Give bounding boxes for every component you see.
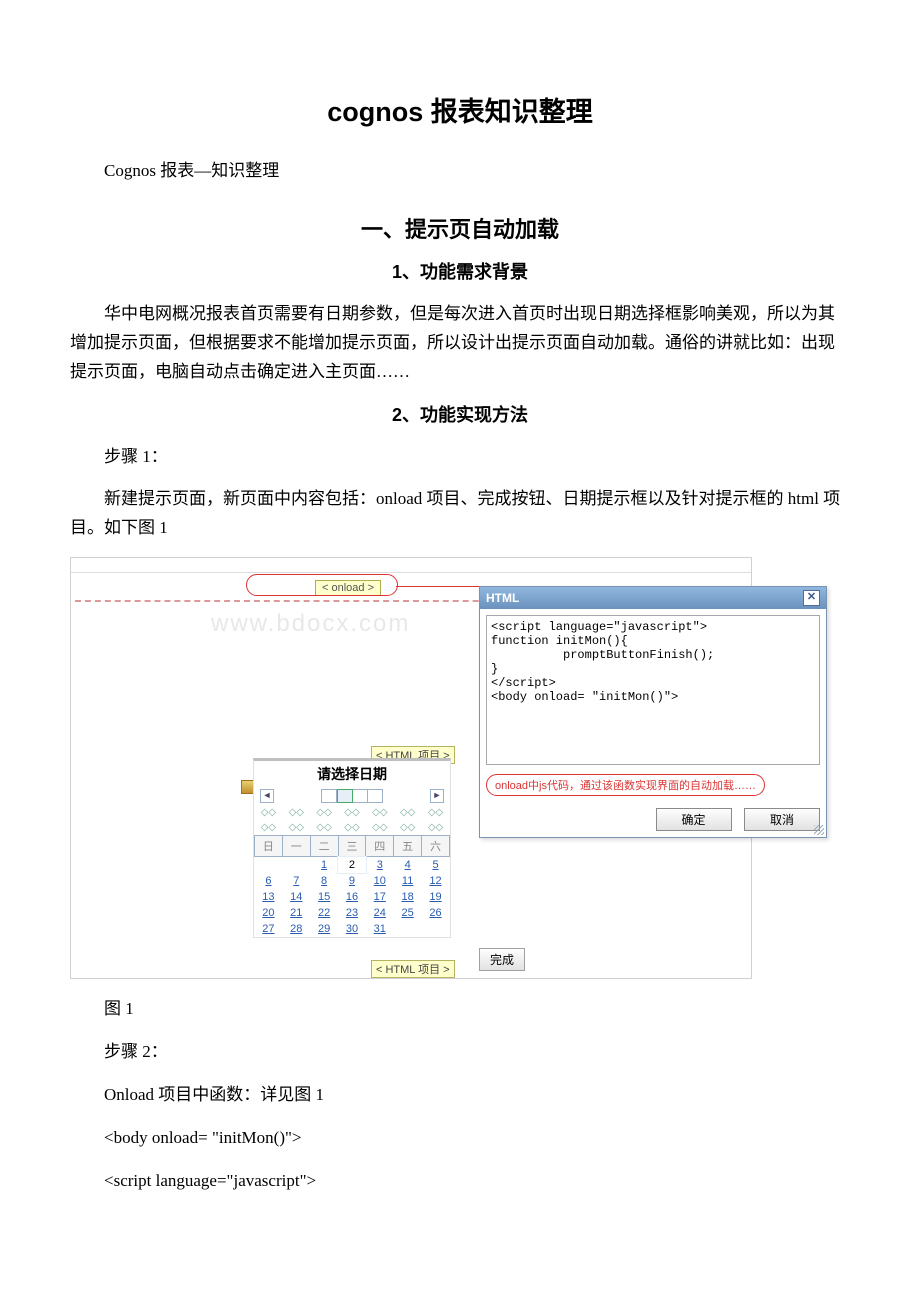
day-cell[interactable]: 9 [338,873,366,889]
day-cell[interactable]: 14 [282,889,310,905]
document-page: cognos 报表知识整理 Cognos 报表—知识整理 一、提示页自动加载 1… [0,0,920,1250]
ruler [71,572,751,573]
dow: 一 [282,836,310,857]
day-cell[interactable]: 5 [422,857,450,874]
close-icon[interactable]: ✕ [803,590,820,606]
dialog-titlebar: HTML ✕ [480,587,826,609]
annotation-circle [246,574,398,596]
html-item-bottom[interactable]: < HTML 项目 > [371,960,455,978]
day-cell[interactable]: 1 [310,857,338,874]
watermark: www.bdocx.com [211,610,410,638]
subsection-1-title: 1、功能需求背景 [70,258,850,284]
day-cell[interactable]: 24 [366,905,394,921]
section-heading-1: 一、提示页自动加载 [70,212,850,244]
doc-subtitle: Cognos 报表—知识整理 [70,157,850,186]
figure-caption: 图 1 [70,995,850,1024]
day-cell[interactable]: 6 [255,873,283,889]
cal-month-selector[interactable] [321,789,383,803]
dow: 五 [394,836,422,857]
day-cell[interactable]: 13 [255,889,283,905]
day-cell[interactable]: 28 [282,921,310,937]
day-cell[interactable]: 18 [394,889,422,905]
day-cell[interactable]: 19 [422,889,450,905]
cancel-button[interactable]: 取消 [744,808,820,831]
day-cell[interactable]: 10 [366,873,394,889]
day-cell[interactable]: 3 [366,857,394,874]
dialog-title-text: HTML [486,591,519,605]
dow: 日 [255,836,283,857]
cal-prev-button[interactable]: ◄ [260,789,274,803]
step-1-label: 步骤 1： [70,443,850,472]
day-cell[interactable]: 8 [310,873,338,889]
step-2-line1: Onload 项目中函数：详见图 1 [70,1081,850,1110]
day-cell[interactable]: 20 [255,905,283,921]
date-prompt-title: 请选择日期 [254,761,450,787]
dow: 二 [310,836,338,857]
day-cell[interactable]: 26 [422,905,450,921]
html-editor-dialog: HTML ✕ onload中js代码，通过该函数实现界面的自动加载…… 确定 取… [479,586,827,838]
calendar-nav: ◄ ► [254,787,450,805]
day-cell[interactable]: 4 [394,857,422,874]
day-cell[interactable]: 12 [422,873,450,889]
resize-handle-icon[interactable] [814,825,824,835]
doc-title: cognos 报表知识整理 [70,90,850,129]
figure-1: www.bdocx.com < onload > < HTML 项目 > 请选择… [70,557,752,979]
code-annotation: onload中js代码，通过该函数实现界面的自动加载…… [486,774,765,796]
step-2-line2: <body onload= "initMon()"> [70,1124,850,1153]
day-cell[interactable]: 15 [310,889,338,905]
date-prompt[interactable]: 请选择日期 ◄ ► ◇◇◇◇◇◇◇◇◇◇◇◇◇◇ ◇◇◇◇◇◇◇◇◇◇◇◇◇◇ … [253,758,451,938]
day-cell[interactable]: 29 [310,921,338,937]
finish-button[interactable]: 完成 [479,948,525,971]
day-cell[interactable]: 21 [282,905,310,921]
step-1-body: 新建提示页面，新页面中内容包括：onload 项目、完成按钮、日期提示框以及针对… [70,485,850,543]
day-cell[interactable]: 31 [366,921,394,937]
day-cell[interactable]: 25 [394,905,422,921]
day-cell[interactable]: 27 [255,921,283,937]
day-cell-selected[interactable]: 2 [338,857,366,874]
day-cell[interactable]: 30 [338,921,366,937]
day-cell[interactable]: 16 [338,889,366,905]
step-2-line3: <script language="javascript"> [70,1167,850,1196]
day-cell[interactable]: 17 [366,889,394,905]
day-cell[interactable]: 7 [282,873,310,889]
dow: 六 [422,836,450,857]
day-cell[interactable]: 23 [338,905,366,921]
subsection-2-title: 2、功能实现方法 [70,401,850,427]
dow: 三 [338,836,366,857]
step-2-label: 步骤 2： [70,1038,850,1067]
calendar-grid[interactable]: ◇◇◇◇◇◇◇◇◇◇◇◇◇◇ ◇◇◇◇◇◇◇◇◇◇◇◇◇◇ 日 一 二 三 四 … [254,805,450,937]
ok-button[interactable]: 确定 [656,808,732,831]
day-cell[interactable]: 22 [310,905,338,921]
subsection-1-body: 华中电网概况报表首页需要有日期参数，但是每次进入首页时出现日期选择框影响美观，所… [70,300,850,387]
dow: 四 [366,836,394,857]
html-code-textarea[interactable] [486,615,820,765]
day-cell[interactable]: 11 [394,873,422,889]
cal-next-button[interactable]: ► [430,789,444,803]
